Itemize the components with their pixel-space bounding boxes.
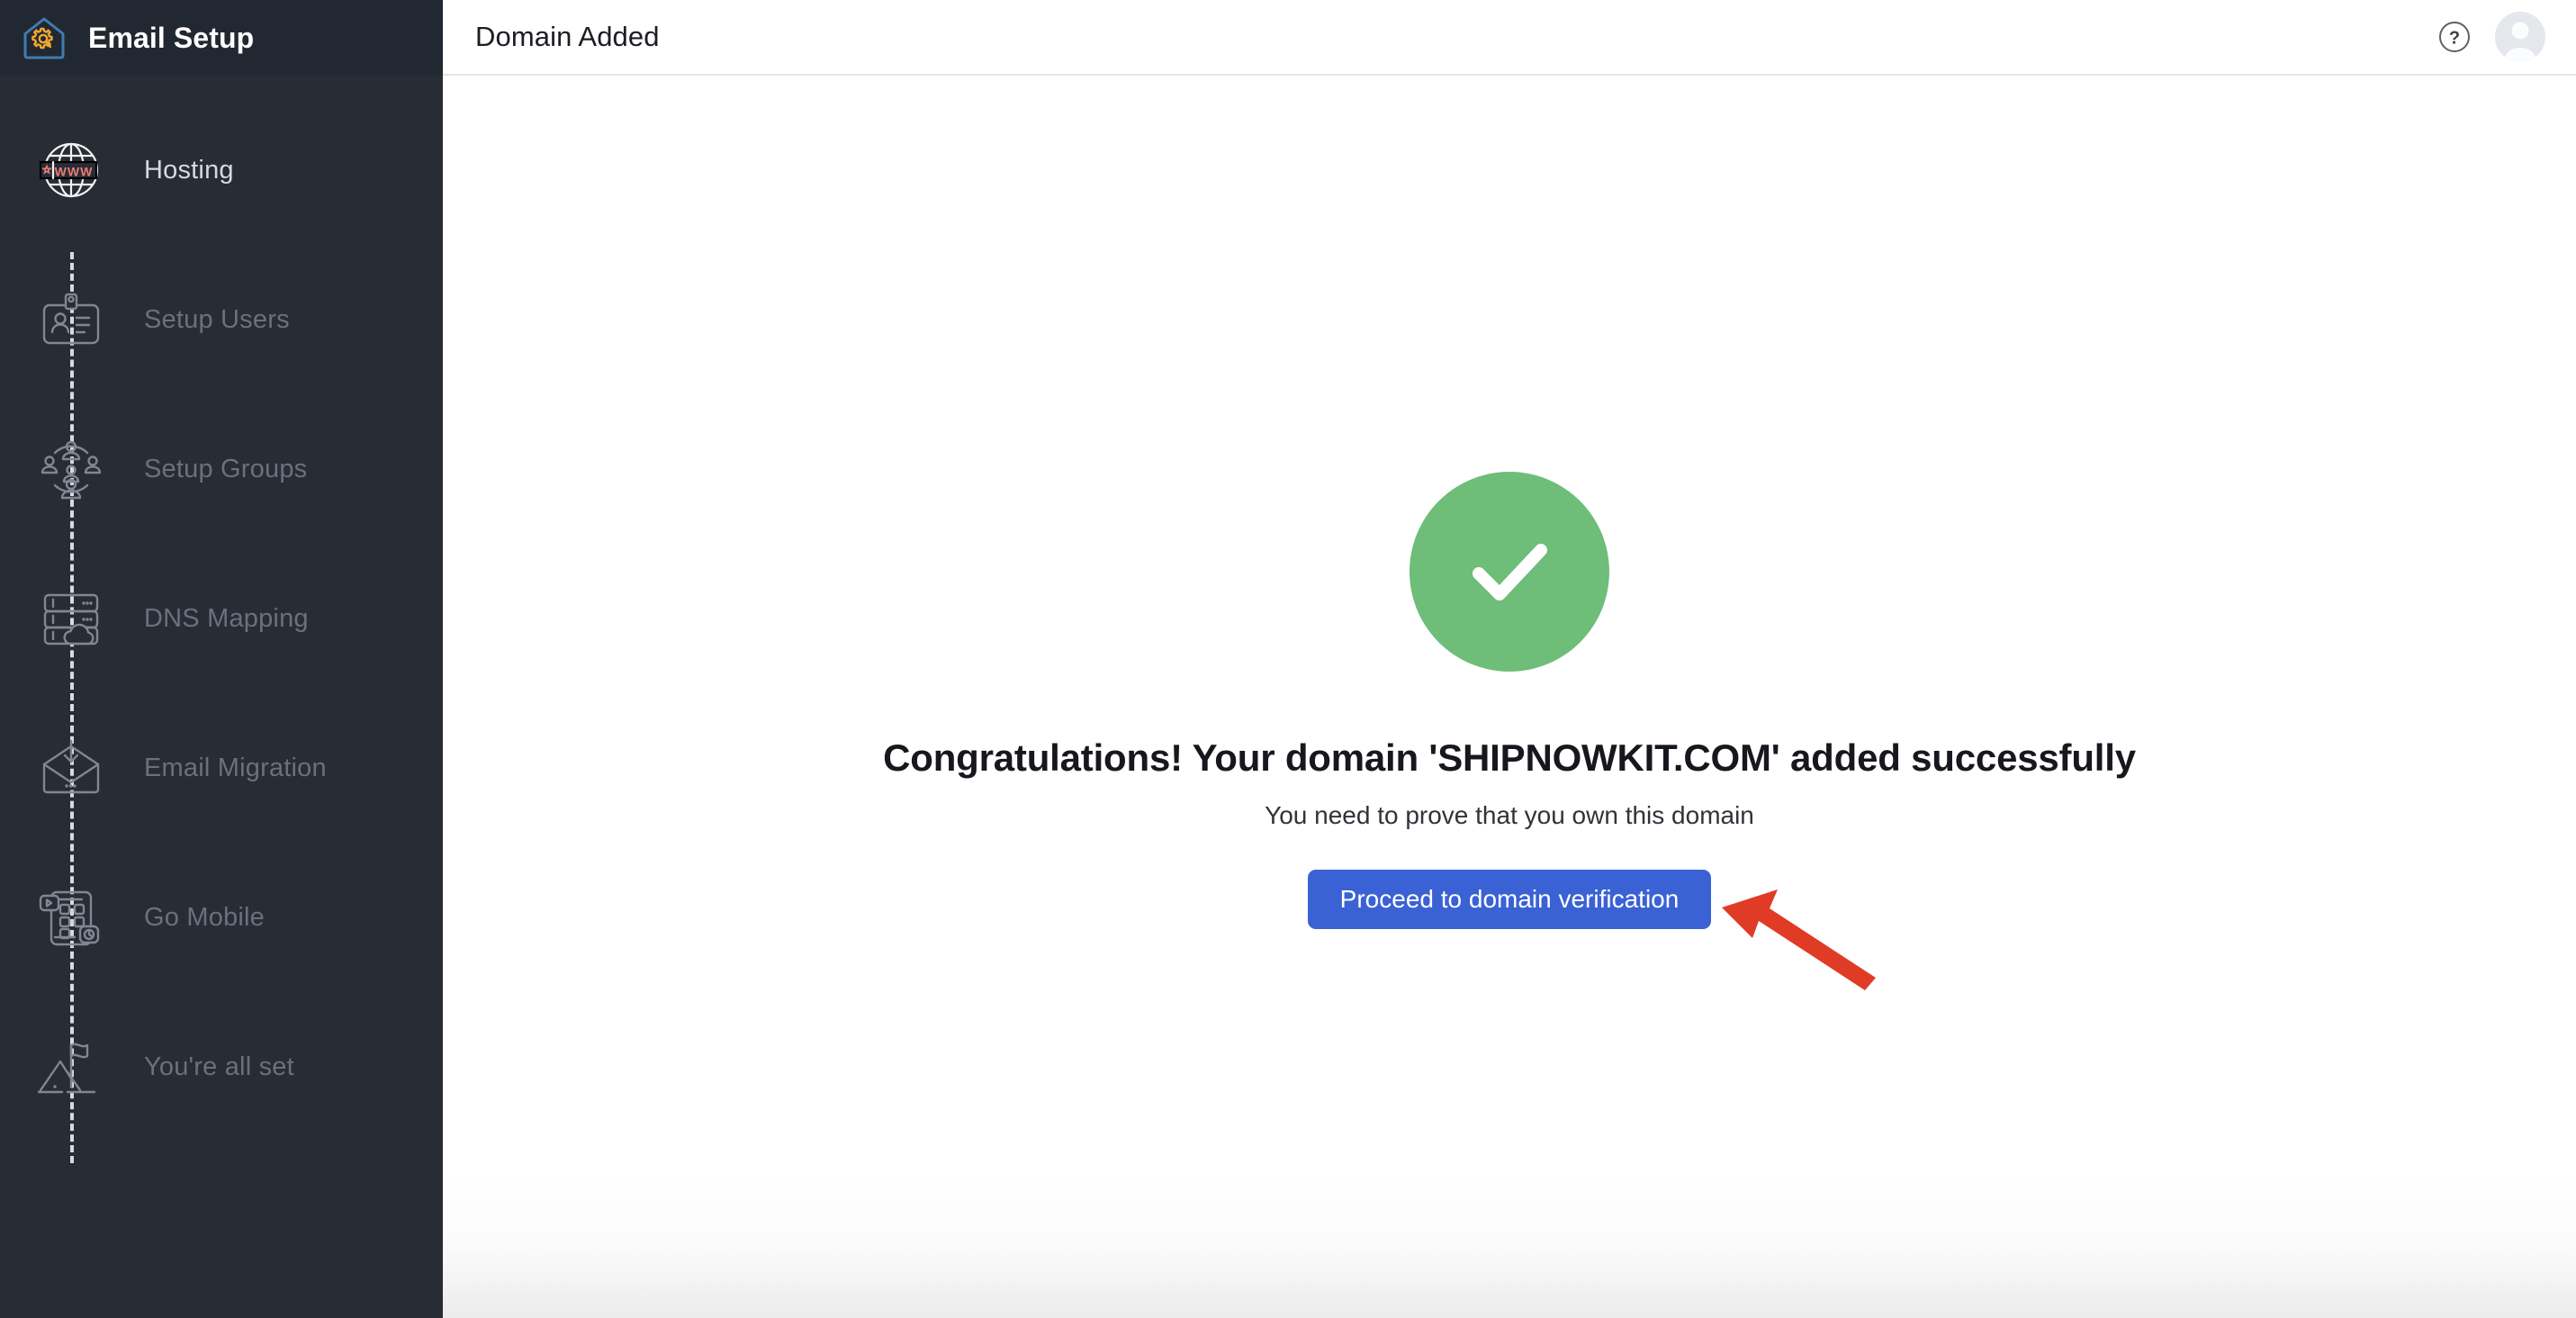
sidebar-item-email-migration[interactable]: Email Migration [0,693,443,843]
topbar-actions: ? [2437,12,2545,62]
check-circle-icon [1410,472,1609,672]
sidebar-item-go-mobile[interactable]: Go Mobile [0,843,443,992]
svg-text:WWW: WWW [55,165,94,179]
question-circle-icon[interactable]: ? [2437,20,2472,54]
sidebar-item-label: Go Mobile [144,902,265,932]
sidebar-item-label: Setup Users [144,304,290,334]
envelope-download-icon [32,729,110,807]
success-title: Congratulations! Your domain 'SHIPNOWKIT… [883,736,2136,779]
sidebar-item-hosting[interactable]: WWW Hosting [0,95,443,245]
sidebar-item-label: Hosting [144,155,234,185]
id-card-user-icon [32,281,110,358]
sidebar-item-youre-all-set[interactable]: You're all set [0,992,443,1142]
sidebar-item-label: You're all set [144,1052,294,1081]
mobile-apps-icon [32,879,110,956]
mountain-flag-icon [32,1028,110,1106]
sidebar-item-setup-groups[interactable]: Setup Groups [0,394,443,544]
success-subtitle: You need to prove that you own this doma… [1265,801,1754,829]
sidebar-item-dns-mapping[interactable]: DNS Mapping [0,544,443,693]
red-arrow-annotation-icon [1718,884,1898,992]
user-group-icon [32,430,110,508]
server-cloud-icon [32,580,110,657]
svg-text:?: ? [2449,29,2460,49]
globe-www-icon: WWW [32,131,110,209]
main-area: Domain Added ? Congratulations! Your dom… [443,0,2576,1318]
app-root: Email Setup WWW Hosting Setup Users Setu… [0,0,2576,1318]
sidebar-item-label: DNS Mapping [144,603,309,633]
sidebar: Email Setup WWW Hosting Setup Users Setu… [0,0,443,1318]
avatar[interactable] [2495,12,2545,62]
domain-added-panel: Congratulations! Your domain 'SHIPNOWKIT… [443,472,2576,990]
sidebar-item-label: Email Migration [144,753,327,782]
cta-row: Proceed to domain verification [1307,870,1877,990]
sidebar-item-label: Setup Groups [144,454,308,483]
house-gear-icon [20,14,68,62]
topbar: Domain Added ? [443,0,2576,76]
page-title: Domain Added [475,21,660,52]
sidebar-item-setup-users[interactable]: Setup Users [0,245,443,394]
content-area: Congratulations! Your domain 'SHIPNOWKIT… [443,76,2576,1318]
sidebar-header: Email Setup [0,0,443,76]
proceed-to-domain-verification-button[interactable]: Proceed to domain verification [1307,870,1712,930]
app-title: Email Setup [88,21,255,54]
setup-steps-nav: WWW Hosting Setup Users Setup Groups DNS… [0,76,443,1163]
